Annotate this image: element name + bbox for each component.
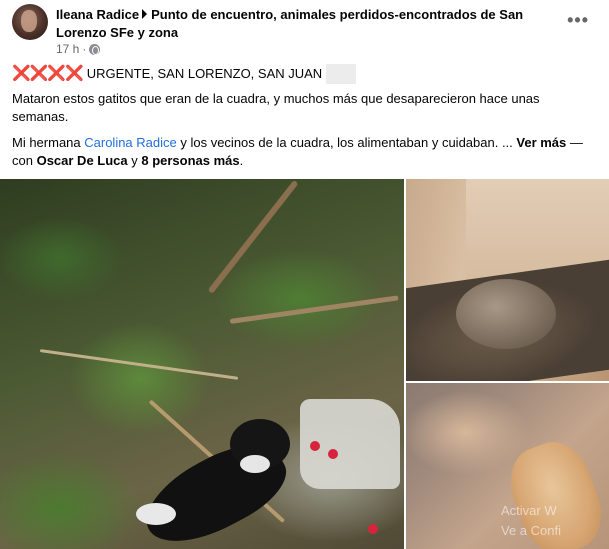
post-meta: 17 h · <box>56 42 101 56</box>
flower-petal <box>328 449 338 459</box>
see-more-link[interactable]: Ver más <box>516 135 566 150</box>
photo-top-right[interactable] <box>406 179 609 381</box>
flower-petal <box>368 524 378 534</box>
redacted-block <box>326 64 357 84</box>
branch <box>39 349 239 380</box>
branch <box>229 295 399 324</box>
p2-middle: y los vecinos de la cuadra, los alimenta… <box>176 135 517 150</box>
activation-watermark: Activar W Ve a Confi <box>501 501 561 541</box>
tag-end: . <box>239 153 244 168</box>
watermark-line-2: Ve a Confi <box>501 523 561 538</box>
post-paragraph-2: Mi hermana Carolina Radice y los vecinos… <box>12 134 597 170</box>
flower-petal <box>310 441 320 451</box>
arrow-right-icon <box>142 9 148 19</box>
x-marks: ❌❌❌❌ <box>12 65 84 82</box>
author-name[interactable]: Ileana Radice <box>56 7 139 22</box>
tag-join: y <box>127 153 142 168</box>
post-body: ❌❌❌❌ URGENTE, SAN LORENZO, SAN JUAN Mata… <box>12 64 597 170</box>
mention-link[interactable]: Carolina Radice <box>84 135 177 150</box>
post-paragraph-1: Mataron estos gatitos que eran de la cua… <box>12 91 540 124</box>
tagged-user-link[interactable]: Oscar De Luca <box>37 153 128 168</box>
author-avatar[interactable] <box>12 4 48 40</box>
post-title: Ileana Radice Punto de encuentro, animale… <box>56 6 556 42</box>
more-options-icon[interactable]: ••• <box>567 10 589 31</box>
photo-grid: Activar W Ve a Confi <box>0 179 609 549</box>
photo-bottom-right[interactable]: Activar W Ve a Confi <box>406 383 609 549</box>
post-header: Ileana Radice Punto de encuentro, animale… <box>12 4 597 60</box>
dot-separator: · <box>82 42 87 56</box>
tagged-others-link[interactable]: 8 personas más <box>141 153 239 168</box>
post-time[interactable]: 17 h <box>56 42 79 56</box>
black-cat <box>130 419 300 549</box>
headline-text: URGENTE, SAN LORENZO, SAN JUAN <box>86 66 323 81</box>
grey-cat <box>456 279 556 349</box>
branch <box>207 179 299 294</box>
p2-prefix: Mi hermana <box>12 135 85 150</box>
photo-main[interactable] <box>0 179 404 549</box>
post-headline: ❌❌❌❌ URGENTE, SAN LORENZO, SAN JUAN <box>12 64 597 84</box>
watermark-line-1: Activar W <box>501 503 557 518</box>
globe-icon <box>89 43 101 55</box>
